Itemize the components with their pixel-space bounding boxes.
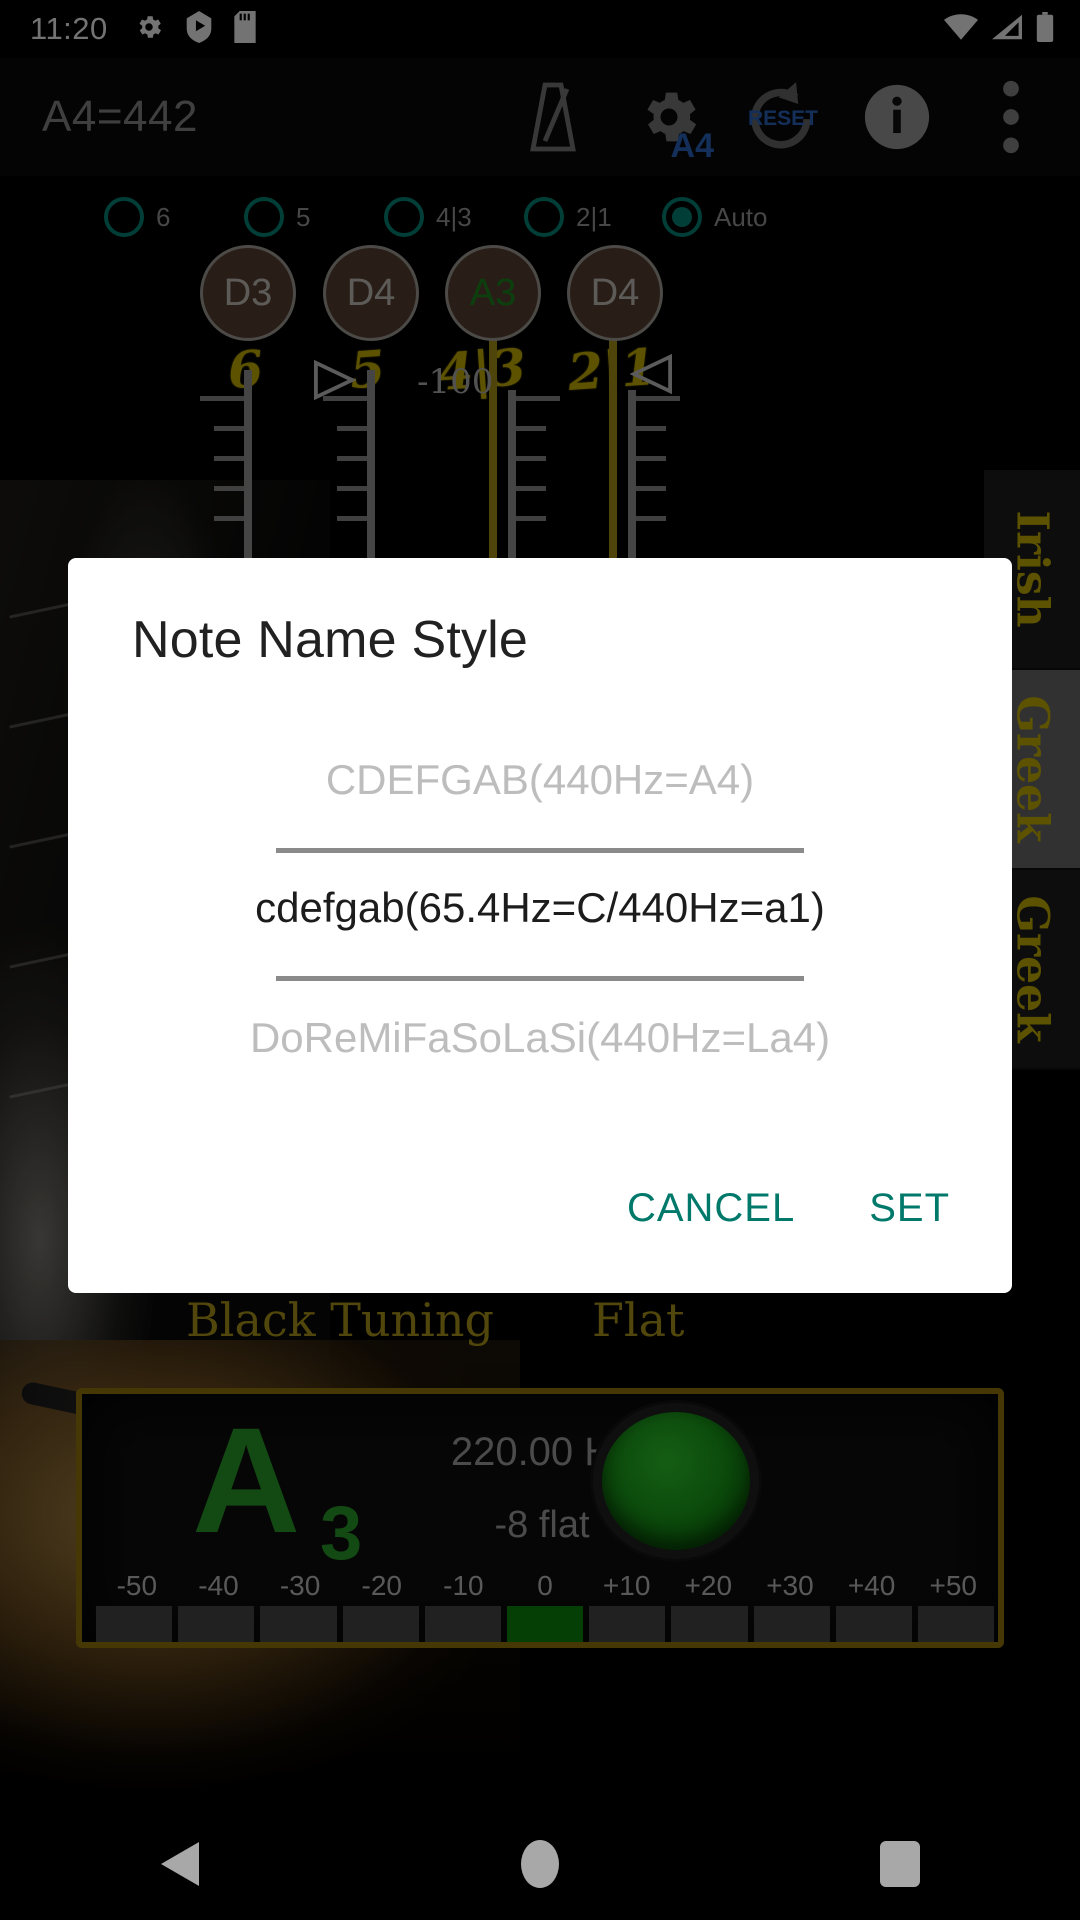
navigation-bar xyxy=(0,1808,1080,1920)
dialog-button-row: CANCEL SET xyxy=(68,1148,1012,1268)
recents-icon[interactable] xyxy=(830,1808,970,1920)
picker-option-1-selected[interactable]: cdefgab(65.4Hz=C/440Hz=a1) xyxy=(68,884,1012,932)
note-name-style-dialog: Note Name Style CDEFGAB(440Hz=A4) cdefga… xyxy=(68,558,1012,1293)
home-icon[interactable] xyxy=(470,1808,610,1920)
picker-option-2[interactable]: DoReMiFaSoLaSi(440Hz=La4) xyxy=(68,1014,1012,1062)
picker-divider-bottom xyxy=(276,976,804,981)
picker-divider-top xyxy=(276,848,804,853)
dialog-title: Note Name Style xyxy=(132,611,529,669)
note-name-style-picker[interactable]: CDEFGAB(440Hz=A4) cdefgab(65.4Hz=C/440Hz… xyxy=(68,718,1012,1138)
back-icon[interactable] xyxy=(110,1808,250,1920)
set-button[interactable]: SET xyxy=(861,1176,958,1241)
picker-option-0[interactable]: CDEFGAB(440Hz=A4) xyxy=(68,756,1012,804)
cancel-button[interactable]: CANCEL xyxy=(619,1176,803,1241)
